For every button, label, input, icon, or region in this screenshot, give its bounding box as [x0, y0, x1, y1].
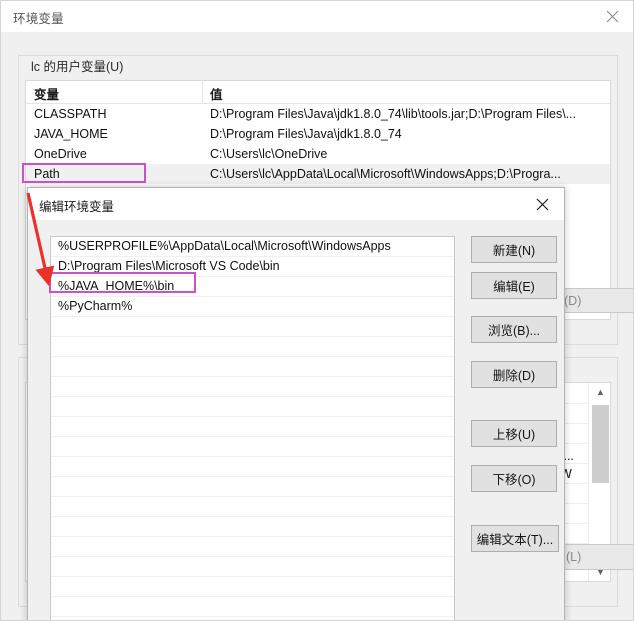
list-item-empty[interactable] [51, 357, 454, 377]
scroll-up-icon[interactable]: ▲ [589, 383, 610, 401]
inner-titlebar: 编辑环境变量 [28, 188, 564, 220]
path-entries-list[interactable]: %USERPROFILE%\AppData\Local\Microsoft\Wi… [50, 236, 455, 620]
move-up-button[interactable]: 上移(U) [471, 420, 557, 447]
list-item-empty[interactable] [51, 337, 454, 357]
list-item-empty[interactable] [51, 477, 454, 497]
edit-text-button[interactable]: 编辑文本(T)... [471, 525, 559, 552]
list-item-empty[interactable] [51, 577, 454, 597]
user-variables-legend: lc 的用户变量(U) [27, 56, 129, 75]
variable-name: JAVA_HOME [34, 127, 108, 141]
list-item-empty[interactable] [51, 317, 454, 337]
scrollbar-thumb[interactable] [592, 405, 609, 483]
variable-value: C:\Users\lc\AppData\Local\Microsoft\Wind… [210, 167, 561, 181]
list-item-empty[interactable] [51, 457, 454, 477]
column-header-value[interactable]: 值 [210, 84, 223, 103]
close-icon[interactable] [589, 1, 633, 32]
list-item-empty[interactable] [51, 397, 454, 417]
outer-window-title: 环境变量 [13, 12, 64, 26]
edit-button[interactable]: 编辑(E) [471, 272, 557, 299]
list-item-empty[interactable] [51, 377, 454, 397]
table-row[interactable]: OneDrive C:\Users\lc\OneDrive [26, 144, 610, 164]
inner-dialog-title: 编辑环境变量 [39, 200, 115, 214]
variable-name: Path [34, 167, 60, 181]
user-variables-table-header: 变量 值 [26, 81, 610, 104]
table-row-path-selected[interactable]: Path C:\Users\lc\AppData\Local\Microsoft… [26, 164, 610, 184]
background-button-delete[interactable]: (D) [561, 288, 633, 313]
list-item-empty[interactable] [51, 417, 454, 437]
background-button-ok[interactable]: (L) [561, 544, 633, 570]
browse-button[interactable]: 浏览(B)... [471, 316, 557, 343]
table-row[interactable]: CLASSPATH D:\Program Files\Java\jdk1.8.0… [26, 104, 610, 124]
list-item-empty[interactable] [51, 497, 454, 517]
list-item-empty[interactable] [51, 537, 454, 557]
list-item-empty[interactable] [51, 557, 454, 577]
list-item-empty[interactable] [51, 617, 454, 620]
list-item[interactable]: %PyCharm% [51, 297, 454, 317]
list-item-empty[interactable] [51, 597, 454, 617]
delete-button[interactable]: 删除(D) [471, 361, 557, 388]
variable-name: OneDrive [34, 147, 87, 161]
close-icon[interactable] [520, 188, 564, 220]
list-item[interactable]: D:\Program Files\Microsoft VS Code\bin [51, 257, 454, 277]
column-header-variable[interactable]: 变量 [34, 84, 59, 103]
new-button[interactable]: 新建(N) [471, 236, 557, 263]
outer-titlebar: 环境变量 [1, 1, 633, 32]
variable-value: D:\Program Files\Java\jdk1.8.0_74\lib\to… [210, 107, 577, 121]
screenshot-root: 环境变量 lc 的用户变量(U) 变量 值 CLASSPATH D:\Progr… [0, 0, 634, 621]
column-divider[interactable] [202, 81, 203, 103]
variable-value: D:\Program Files\Java\jdk1.8.0_74 [210, 127, 402, 141]
list-item-empty[interactable] [51, 437, 454, 457]
variable-name: CLASSPATH [34, 107, 107, 121]
edit-environment-variable-dialog: 编辑环境变量 %USERPROFILE%\AppData\Local\Micro… [27, 187, 565, 620]
move-down-button[interactable]: 下移(O) [471, 465, 557, 492]
table-row[interactable]: JAVA_HOME D:\Program Files\Java\jdk1.8.0… [26, 124, 610, 144]
inner-dialog-body: %USERPROFILE%\AppData\Local\Microsoft\Wi… [28, 220, 564, 620]
variable-value: C:\Users\lc\OneDrive [210, 147, 328, 161]
list-item-java-home[interactable]: %JAVA_HOME%\bin [51, 277, 454, 297]
list-item[interactable]: %USERPROFILE%\AppData\Local\Microsoft\Wi… [51, 237, 454, 257]
list-item-empty[interactable] [51, 517, 454, 537]
